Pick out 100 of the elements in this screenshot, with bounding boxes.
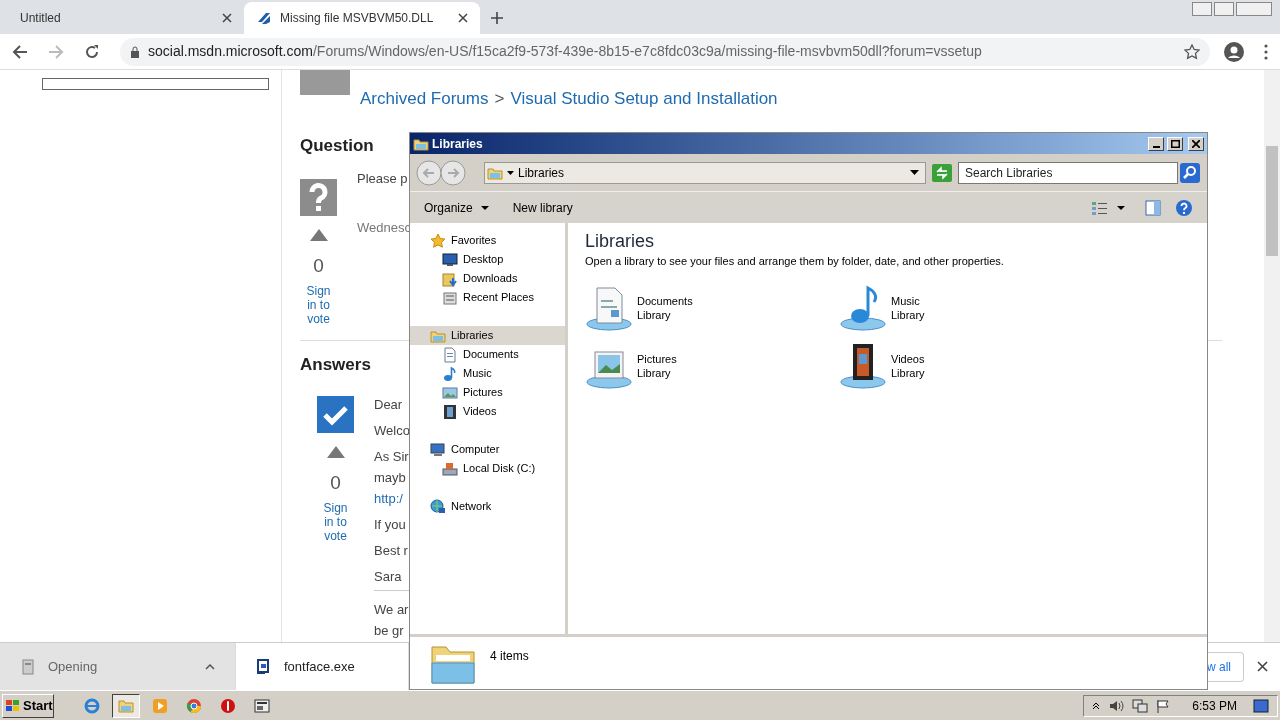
- music-note-icon: [442, 365, 458, 382]
- nav-item[interactable]: Pictures: [410, 383, 565, 402]
- music-library-icon: [839, 284, 887, 332]
- nav-item[interactable]: Local Disk (C:): [410, 459, 565, 478]
- refresh-icon[interactable]: [932, 163, 952, 182]
- body-text: Dear: [374, 396, 403, 413]
- toolbar-button[interactable]: New library: [502, 195, 583, 220]
- nav-item[interactable]: Desktop: [410, 250, 565, 269]
- sign-in-link[interactable]: Sign in to vote: [303, 284, 334, 326]
- nav-item[interactable]: Downloads: [410, 269, 565, 288]
- monitor-icon: [442, 251, 458, 268]
- body-text: mayb: [374, 469, 406, 486]
- toolbar-button[interactable]: Organize: [414, 195, 499, 220]
- clock[interactable]: 6:53 PM: [1192, 696, 1237, 715]
- close-button[interactable]: [1188, 136, 1204, 151]
- breadcrumb-link[interactable]: Archived Forums: [360, 88, 489, 110]
- scrollbar[interactable]: [1264, 70, 1280, 642]
- body-text: We ar: [374, 601, 409, 618]
- library-item[interactable]: Documents Library: [585, 284, 839, 332]
- close-icon: [1192, 139, 1200, 148]
- window-title: Libraries: [432, 135, 484, 153]
- download-name: Opening: [48, 657, 99, 676]
- help-icon[interactable]: [1175, 198, 1193, 217]
- upvote-icon[interactable]: [326, 446, 345, 458]
- film-library-icon: [839, 342, 887, 390]
- avatar-square: [300, 70, 350, 95]
- nav-item[interactable]: Documents: [410, 345, 565, 364]
- chevron-up-icon[interactable]: [1092, 701, 1101, 710]
- browser-tab[interactable]: Missing file MSVBVM50.DLL: [244, 2, 480, 34]
- speaker-icon[interactable]: [1108, 698, 1125, 713]
- browser-tab[interactable]: Untitled: [8, 2, 244, 34]
- new-tab-icon[interactable]: [490, 11, 504, 25]
- film-icon: [442, 403, 458, 420]
- back-icon[interactable]: [12, 43, 28, 60]
- library-item[interactable]: Videos Library: [839, 342, 1093, 390]
- network-monitor-icon[interactable]: [1132, 698, 1149, 713]
- answered-check-icon: [317, 396, 354, 433]
- link[interactable]: http:/: [374, 490, 403, 507]
- taskbar-app-button[interactable]: [112, 693, 140, 718]
- reload-icon[interactable]: [84, 43, 100, 60]
- upvote-icon[interactable]: [309, 229, 328, 241]
- close-icon[interactable]: [222, 13, 232, 23]
- menu-icon[interactable]: [1264, 43, 1268, 60]
- nav-item[interactable]: Favorites: [410, 231, 565, 250]
- section-heading: Question: [300, 136, 374, 156]
- library-item[interactable]: Music Library: [839, 284, 1093, 332]
- show-desktop-icon[interactable]: [1253, 698, 1269, 713]
- chevron-up-icon[interactable]: [205, 663, 215, 670]
- nav-item[interactable]: Videos: [410, 402, 565, 421]
- sign-in-link[interactable]: Sign in to vote: [320, 501, 351, 543]
- picture-icon: [442, 384, 458, 401]
- caret-icon[interactable]: [1117, 205, 1125, 210]
- view-list-icon[interactable]: [1091, 199, 1109, 216]
- item-count: 4 items: [490, 648, 529, 665]
- nav-item[interactable]: Music: [410, 364, 565, 383]
- chrome-circle-icon: [186, 697, 202, 714]
- search-field[interactable]: [42, 78, 269, 90]
- nav-item[interactable]: Computer: [410, 440, 565, 459]
- vote-count: 0: [330, 473, 341, 493]
- body-text: Best r: [374, 542, 408, 559]
- maximize-button[interactable]: [1167, 136, 1183, 151]
- installer-icon: [256, 658, 272, 675]
- file-progress-icon: [20, 658, 36, 675]
- star-icon: [430, 232, 446, 249]
- close-icon[interactable]: [1256, 661, 1268, 672]
- site-logo-icon: [256, 10, 272, 26]
- document-library-icon: [585, 284, 633, 332]
- window-app-icon: [254, 697, 270, 714]
- section-heading: Answers: [300, 355, 371, 375]
- globe-icon: [430, 498, 446, 515]
- window-controls-drawing[interactable]: [1192, 2, 1272, 16]
- library-item[interactable]: Pictures Library: [585, 342, 839, 390]
- nav-item[interactable]: Network: [410, 497, 565, 516]
- address-field[interactable]: Libraries: [484, 161, 926, 184]
- address-field[interactable]: social.msdn.microsoft.com/Forums/Windows/en-US/f15ca2f9-573f-439e-8b15-e7c8fdc03c9a/missing-file-msvbvm50dll?forum=vssetup: [120, 37, 1210, 66]
- flag-icon[interactable]: [1156, 698, 1171, 713]
- minimize-button[interactable]: [1148, 136, 1164, 151]
- nav-item[interactable]: Recent Places: [410, 288, 565, 307]
- url-text: social.msdn.microsoft.com/Forums/Windows/en-US/f15ca2f9-573f-439e-8b15-e7c8fdc03c9a/missing-file-msvbvm50dll?forum=vssetup: [148, 42, 983, 61]
- search-icon[interactable]: [1180, 162, 1200, 183]
- breadcrumb-link[interactable]: Visual Studio Setup and Installation: [510, 88, 778, 110]
- body-text: Please p: [357, 170, 408, 188]
- nav-item[interactable]: Libraries: [410, 326, 565, 345]
- star-outline-icon[interactable]: [1184, 43, 1200, 60]
- description-text: Open a library to see your files and arrange them by folder, date, and other properties.: [585, 254, 1005, 268]
- download-name: fontface.exe: [284, 657, 356, 676]
- exclamation-circle-icon: [220, 697, 236, 714]
- download-item[interactable]: Opening: [0, 643, 236, 690]
- windows-flag-icon: [5, 698, 21, 713]
- start-button[interactable]: Start: [2, 693, 54, 718]
- preview-pane-icon[interactable]: [1145, 199, 1161, 216]
- close-icon[interactable]: [458, 13, 468, 23]
- vote-count: 0: [313, 256, 324, 276]
- lock-icon: [130, 45, 140, 58]
- search-field[interactable]: Search Libraries: [958, 161, 1178, 184]
- body-text: Welco: [374, 422, 410, 439]
- dropdown-caret-icon[interactable]: [910, 170, 919, 175]
- account-icon[interactable]: [1224, 41, 1244, 62]
- browser-e-icon: [84, 697, 100, 714]
- content-heading: Libraries: [585, 230, 655, 252]
